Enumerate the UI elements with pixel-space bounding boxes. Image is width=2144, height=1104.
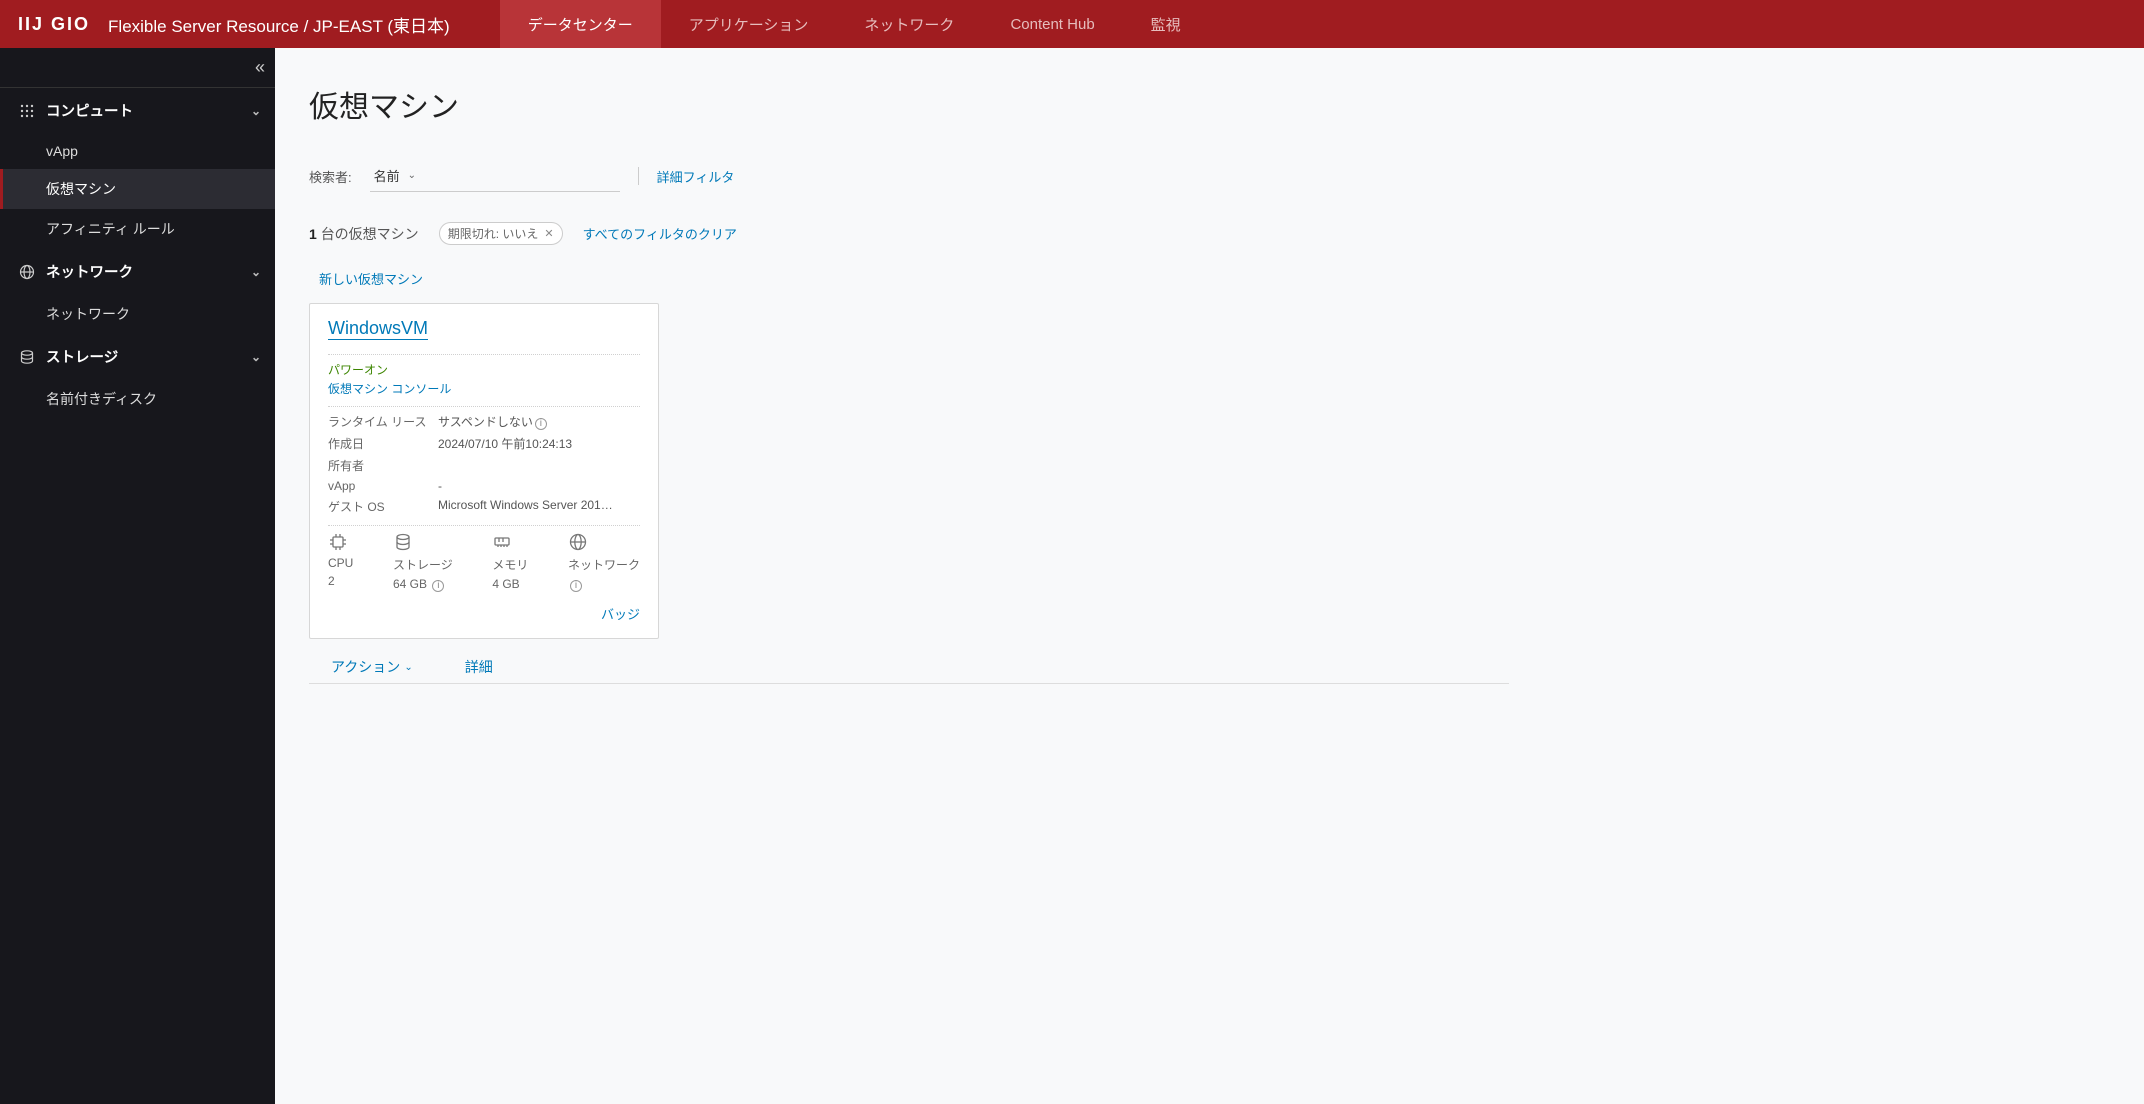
filter-row: 1 台の仮想マシン 期限切れ: いいえ ✕ すべてのフィルタのクリア xyxy=(309,222,2110,245)
owner-value xyxy=(438,457,640,474)
chevron-down-icon: ⌄ xyxy=(251,265,261,279)
runtime-value: サスペンドしないi xyxy=(438,413,640,430)
sidebar: « コンピュート ⌄ vApp 仮想マシン アフィニティ ルール ネットワーク … xyxy=(0,48,275,1104)
vapp-label: vApp xyxy=(328,479,438,493)
info-icon[interactable]: i xyxy=(570,580,582,592)
search-criteria-select[interactable]: 名前 ⌄ xyxy=(370,160,620,192)
network-value: i xyxy=(568,577,582,592)
sidebar-section-storage-label: ストレージ xyxy=(46,346,251,367)
os-label: ゲスト OS xyxy=(328,498,438,515)
toolbar: 新しい仮想マシン xyxy=(309,269,2110,289)
storage-icon xyxy=(18,348,36,366)
runtime-label: ランタイム リース xyxy=(328,413,438,430)
hw-storage: ストレージ 64 GB i xyxy=(393,532,453,592)
created-value: 2024/07/10 午前10:24:13 xyxy=(438,435,640,452)
advanced-filter-link[interactable]: 詳細フィルタ xyxy=(657,167,735,186)
sidebar-collapse-icon[interactable]: « xyxy=(255,57,265,78)
filter-chip-expired[interactable]: 期限切れ: いいえ ✕ xyxy=(439,222,563,245)
memory-icon xyxy=(492,532,512,552)
sidebar-collapse-row: « xyxy=(0,48,275,88)
hw-row: CPU 2 ストレージ 64 GB i メモリ 4 GB xyxy=(328,525,640,592)
search-criteria-value: 名前 xyxy=(374,166,400,185)
sidebar-item-named-disk[interactable]: 名前付きディスク xyxy=(0,379,275,419)
sidebar-section-storage[interactable]: ストレージ ⌄ xyxy=(0,334,275,379)
info-icon[interactable]: i xyxy=(432,580,444,592)
sidebar-section-compute[interactable]: コンピュート ⌄ xyxy=(0,88,275,133)
content: 仮想マシン 検索者: 名前 ⌄ 詳細フィルタ 1 台の仮想マシン 期限切れ: い… xyxy=(275,48,2144,1104)
new-vm-button[interactable]: 新しい仮想マシン xyxy=(319,272,423,287)
sidebar-section-compute-label: コンピュート xyxy=(46,100,251,121)
storage-icon xyxy=(393,532,413,552)
divider xyxy=(328,406,640,407)
chevron-down-icon: ⌄ xyxy=(251,350,261,364)
logo: IIJ GIO xyxy=(0,14,108,35)
tab-network[interactable]: ネットワーク xyxy=(836,0,982,48)
action-button[interactable]: アクション⌄ xyxy=(331,657,413,677)
header: IIJ GIO Flexible Server Resource / JP-EA… xyxy=(0,0,2144,48)
vm-count: 1 台の仮想マシン xyxy=(309,224,419,244)
badge-row: バッジ xyxy=(328,604,640,624)
chevron-down-icon: ⌄ xyxy=(408,170,416,181)
info-icon[interactable]: i xyxy=(535,418,547,430)
vapp-value: - xyxy=(438,479,640,493)
storage-value: 64 GB i xyxy=(393,577,444,592)
os-value: Microsoft Windows Server 201… xyxy=(438,498,640,515)
clear-filters-link[interactable]: すべてのフィルタのクリア xyxy=(583,224,737,243)
storage-label: ストレージ xyxy=(393,556,453,573)
detail-button[interactable]: 詳細 xyxy=(465,657,493,677)
owner-label: 所有者 xyxy=(328,457,438,474)
nav-tabs: データセンター アプリケーション ネットワーク Content Hub 監視 xyxy=(500,0,1209,48)
divider xyxy=(328,354,640,355)
search-row: 検索者: 名前 ⌄ 詳細フィルタ xyxy=(309,160,2110,192)
tab-datacenter[interactable]: データセンター xyxy=(500,0,661,48)
compute-icon xyxy=(18,102,36,120)
badge-link[interactable]: バッジ xyxy=(601,607,640,622)
sidebar-item-vapp[interactable]: vApp xyxy=(0,133,275,169)
sidebar-item-affinity[interactable]: アフィニティ ルール xyxy=(0,209,275,249)
chevron-down-icon: ⌄ xyxy=(251,104,261,118)
vm-status: パワーオン xyxy=(328,361,640,378)
tab-monitoring[interactable]: 監視 xyxy=(1123,0,1209,48)
tab-content-hub[interactable]: Content Hub xyxy=(982,0,1122,48)
tab-application[interactable]: アプリケーション xyxy=(661,0,837,48)
sidebar-item-vm[interactable]: 仮想マシン xyxy=(0,169,275,209)
cpu-value: 2 xyxy=(328,574,335,588)
sidebar-item-network[interactable]: ネットワーク xyxy=(0,294,275,334)
network-label: ネットワーク xyxy=(568,556,640,573)
vm-console-link[interactable]: 仮想マシン コンソール xyxy=(328,380,451,397)
network-icon xyxy=(18,263,36,281)
page-title: 仮想マシン xyxy=(309,82,2110,126)
vm-meta: ランタイム リース サスペンドしないi 作成日 2024/07/10 午前10:… xyxy=(328,413,640,515)
network-icon xyxy=(568,532,588,552)
hw-memory: メモリ 4 GB xyxy=(492,532,528,592)
hw-network: ネットワーク i xyxy=(568,532,640,592)
app-title: Flexible Server Resource / JP-EAST (東日本) xyxy=(108,12,480,37)
vm-name-link[interactable]: WindowsVM xyxy=(328,318,428,340)
card-footer: アクション⌄ 詳細 xyxy=(331,657,2110,677)
sidebar-section-network[interactable]: ネットワーク ⌄ xyxy=(0,249,275,294)
created-label: 作成日 xyxy=(328,435,438,452)
hw-cpu: CPU 2 xyxy=(328,532,353,592)
cpu-icon xyxy=(328,532,348,552)
vm-card: WindowsVM パワーオン 仮想マシン コンソール ランタイム リース サス… xyxy=(309,303,659,639)
sidebar-section-network-label: ネットワーク xyxy=(46,261,251,282)
close-icon[interactable]: ✕ xyxy=(544,227,553,240)
divider xyxy=(638,167,639,185)
cpu-label: CPU xyxy=(328,556,353,570)
divider xyxy=(309,683,1509,684)
search-label: 検索者: xyxy=(309,167,352,186)
memory-value: 4 GB xyxy=(492,577,519,591)
filter-chip-label: 期限切れ: いいえ xyxy=(448,225,539,242)
chevron-down-icon: ⌄ xyxy=(404,662,412,673)
memory-label: メモリ xyxy=(492,556,528,573)
